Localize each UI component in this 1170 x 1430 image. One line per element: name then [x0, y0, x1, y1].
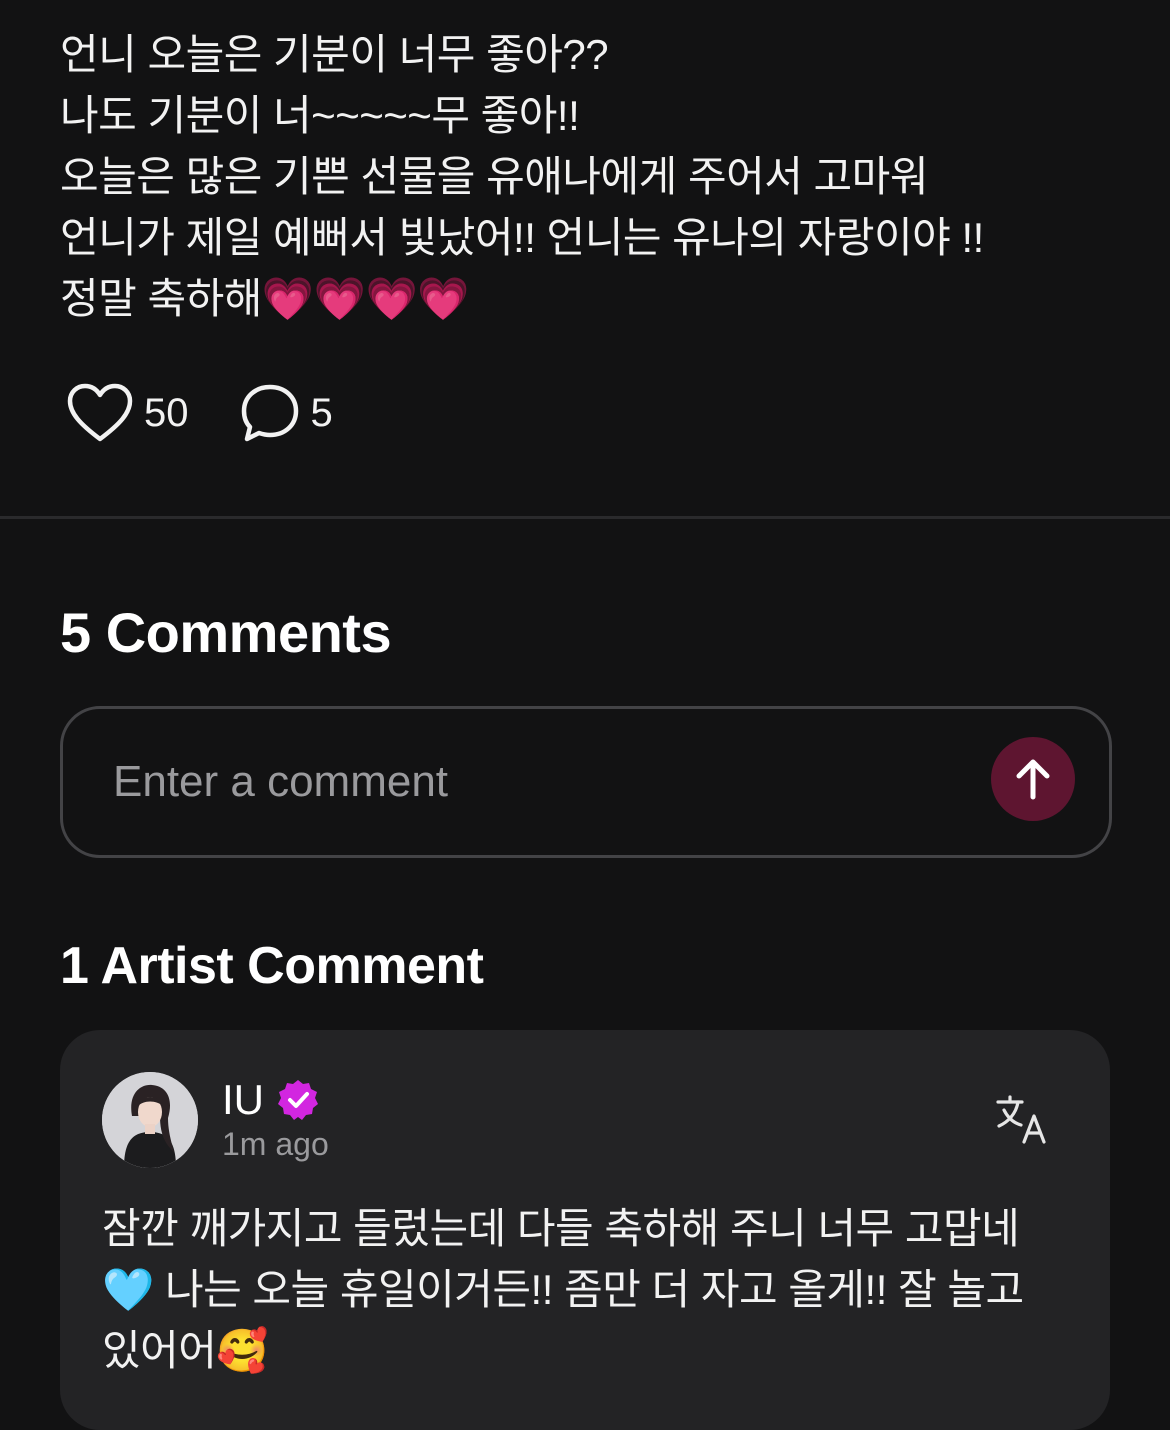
post-line: 오늘은 많은 기쁜 선물을 유애나에게 주어서 고마워 — [60, 153, 928, 200]
post-line: 언니가 제일 예뻐서 빛났어!! 언니는 유나의 자랑이야 !! — [60, 214, 984, 261]
translate-button[interactable] — [994, 1092, 1050, 1148]
author-name-row: IU — [222, 1076, 320, 1124]
verified-badge-icon — [278, 1080, 318, 1120]
speech-bubble-icon — [241, 384, 298, 442]
avatar-image — [102, 1072, 198, 1168]
comment-line: 잠깐 깨가지고 들렀는데 다들 축하해 주니 너무 고맙네 — [102, 1205, 1020, 1252]
artist-comment-card: IU 1m ago 잠깐 깨가지고 들렀는데 다들 축하해 주니 너무 고맙네 … — [60, 1030, 1110, 1430]
comment-line: 있어어🥰 — [102, 1327, 269, 1374]
comment-timestamp: 1m ago — [222, 1126, 329, 1162]
post-line: 정말 축하해💗💗💗💗 — [60, 275, 470, 322]
translate-icon — [996, 1095, 1046, 1144]
heart-icon — [67, 383, 133, 442]
reaction-bar: 50 5 — [66, 382, 383, 444]
post-line: 언니 오늘은 기분이 너무 좋아?? — [60, 31, 609, 78]
author-name[interactable]: IU — [222, 1076, 264, 1124]
comment-input[interactable] — [113, 709, 933, 855]
comment-count: 5 — [310, 390, 333, 435]
avatar[interactable] — [102, 1072, 198, 1168]
comment-line: 🩵 나는 오늘 휴일이거든!! 좀만 더 자고 올게!! 잘 놀고 — [102, 1266, 1024, 1313]
artist-comments-heading: 1 Artist Comment — [60, 937, 484, 995]
post-line: 나도 기분이 너~~~~~무 좋아!! — [60, 92, 580, 139]
post-body: 언니 오늘은 기분이 너무 좋아?? 나도 기분이 너~~~~~무 좋아!! 오… — [60, 24, 1120, 329]
like-count: 50 — [144, 390, 189, 435]
comment-composer — [60, 706, 1112, 858]
artist-comment-text: 잠깐 깨가지고 들렀는데 다들 축하해 주니 너무 고맙네 🩵 나는 오늘 휴일… — [102, 1198, 1062, 1381]
comments-heading: 5 Comments — [60, 601, 392, 664]
arrow-up-icon — [1016, 759, 1050, 800]
like-button[interactable]: 50 — [66, 382, 189, 444]
send-comment-button[interactable] — [991, 737, 1075, 821]
section-divider — [0, 516, 1170, 519]
comment-button[interactable]: 5 — [239, 382, 333, 444]
